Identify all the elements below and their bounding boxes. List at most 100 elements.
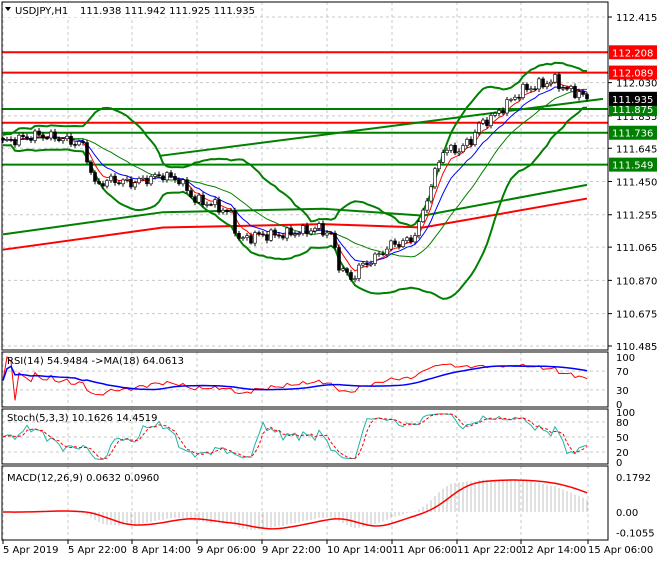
candle-body	[25, 136, 29, 139]
candle-body	[441, 152, 445, 163]
candle-body	[537, 78, 541, 90]
candle-body	[353, 278, 357, 280]
level-price-label: 112.208	[612, 48, 653, 59]
time-label: 5 Apr 2019	[3, 545, 58, 556]
candle-body	[317, 223, 321, 229]
level-price-label: 112.089	[612, 69, 653, 80]
candle-body	[405, 237, 409, 241]
candle-body	[329, 232, 333, 235]
time-label: 8 Apr 14:00	[132, 545, 191, 556]
macd-label: MACD(12,26,9) 0.0632 0.0960	[7, 473, 159, 484]
candle-body	[213, 199, 217, 205]
price-panel[interactable]	[1, 51, 609, 300]
candle-body	[305, 225, 309, 235]
candle-body	[333, 232, 337, 248]
candle-body	[585, 94, 589, 100]
candle-body	[425, 200, 429, 211]
candle-body	[385, 248, 389, 255]
stoch-label: Stoch(5,3,3) 10.1626 14.4519	[7, 413, 158, 424]
candle-body	[109, 175, 113, 181]
chart-canvas[interactable]: 5 Apr 2019 5 Apr 22:00 8 Apr 14:00 9 Apr 06…	[0, 0, 660, 560]
candle-body	[269, 229, 273, 241]
candle-body	[341, 268, 345, 271]
rsi-tick-label: 30	[616, 386, 629, 397]
candle-body	[309, 230, 313, 235]
candle-body	[93, 172, 97, 182]
candle-body	[565, 87, 569, 90]
candle-body	[477, 122, 481, 133]
candle-body	[485, 119, 489, 126]
candle-body	[473, 132, 477, 145]
price-tick-label: 110.870	[616, 276, 657, 287]
candle-body	[169, 172, 173, 177]
candle-body	[549, 81, 553, 85]
candle-body	[113, 175, 117, 183]
macd-tick-label: -0.1055	[616, 529, 655, 540]
candle-body	[489, 115, 493, 126]
candle-body	[85, 142, 89, 163]
candle-body	[29, 137, 33, 141]
candle-body	[525, 84, 529, 91]
candle-body	[377, 253, 381, 255]
macd-panel[interactable]	[2, 479, 588, 531]
candle-body	[229, 210, 233, 213]
candle-body	[257, 232, 261, 235]
candle-body	[221, 209, 225, 213]
trendline	[158, 97, 604, 157]
candle-body	[513, 96, 517, 100]
price-tick-label: 110.675	[616, 310, 657, 321]
candle-body	[373, 253, 377, 264]
candle-body	[505, 99, 509, 114]
candle-body	[493, 113, 497, 116]
candle-body	[357, 264, 361, 279]
candle-body	[273, 229, 277, 236]
candle-body	[41, 134, 45, 139]
candle-body	[345, 268, 349, 273]
time-label: 9 Apr 22:00	[262, 545, 321, 556]
candle-body	[577, 91, 581, 98]
candle-body	[165, 172, 169, 181]
candle-body	[117, 182, 121, 185]
candle-body	[389, 240, 393, 250]
candle-body	[429, 186, 433, 202]
candle-body	[449, 144, 453, 151]
candle-body	[245, 235, 249, 238]
candle-body	[581, 91, 585, 95]
candle-body	[193, 196, 197, 203]
candle-body	[277, 234, 281, 237]
candle-body	[469, 138, 473, 145]
candle-body	[81, 141, 85, 143]
candle-body	[253, 232, 257, 244]
candle-body	[365, 263, 369, 265]
candle-body	[313, 228, 317, 232]
candle-body	[105, 180, 109, 187]
header: USDJPY,H1 111.938 111.942 111.925 111.93…	[3, 3, 255, 17]
candle-body	[261, 233, 265, 236]
candle-body	[21, 134, 25, 138]
candle-body	[89, 161, 93, 173]
candle-body	[557, 74, 561, 90]
price-tick-label: 111.450	[616, 178, 657, 189]
candle-body	[569, 86, 573, 89]
candle-body	[521, 84, 525, 99]
rsi-tick-label: 100	[616, 353, 635, 364]
stoch-tick-label: 50	[616, 433, 629, 444]
candle-body	[185, 179, 189, 191]
price-tick-label: 110.485	[616, 342, 657, 353]
candle-body	[149, 176, 153, 185]
candle-body	[445, 149, 449, 154]
candle-body	[285, 227, 289, 239]
candle-body	[201, 194, 205, 206]
candle-body	[501, 110, 505, 114]
price-tick-label: 111.065	[616, 243, 657, 254]
candle-body	[177, 179, 181, 185]
candle-body	[369, 263, 373, 265]
candle-body	[421, 209, 425, 222]
candle-body	[573, 86, 577, 98]
candle-body	[413, 235, 417, 243]
candle-body	[509, 99, 513, 101]
candle-body	[49, 131, 53, 139]
candle-body	[189, 190, 193, 197]
candle-body	[337, 247, 341, 271]
time-label: 11 Apr 06:00	[392, 545, 457, 556]
